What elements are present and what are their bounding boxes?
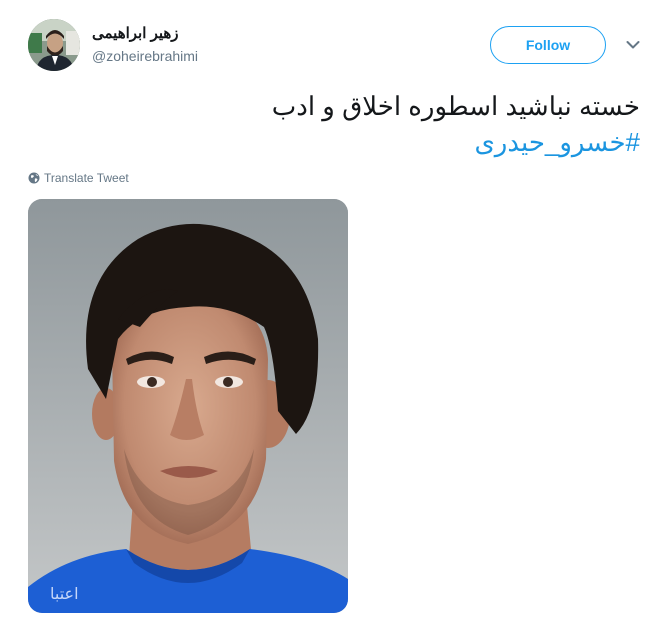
translate-tweet-link[interactable]: Translate Tweet [28, 170, 129, 188]
tweet-text: خسته نباشید اسطوره اخلاق و ادب #خسرو_حید… [28, 88, 640, 160]
author-display-name[interactable]: زهیر ابراهیمی [92, 24, 198, 44]
tweet-card: زهیر ابراهیمی @zoheirebrahimi Follow خست… [0, 0, 667, 626]
player-portrait: اعتبا [28, 199, 348, 613]
tweet-photo[interactable]: اعتبا [28, 199, 348, 613]
avatar-photo [28, 19, 80, 71]
hashtag-link[interactable]: #خسرو_حیدری [474, 127, 640, 157]
globe-icon [28, 172, 40, 188]
author-avatar[interactable] [28, 19, 80, 71]
tweet-body: خسته نباشید اسطوره اخلاق و ادب [271, 91, 640, 121]
chevron-down-icon[interactable] [626, 40, 640, 50]
translate-label: Translate Tweet [44, 171, 129, 185]
svg-text:اعتبا: اعتبا [50, 584, 79, 603]
author-handle[interactable]: @zoheirebrahimi [92, 47, 198, 65]
author-info: زهیر ابراهیمی @zoheirebrahimi [92, 24, 198, 65]
follow-button[interactable]: Follow [490, 26, 606, 64]
